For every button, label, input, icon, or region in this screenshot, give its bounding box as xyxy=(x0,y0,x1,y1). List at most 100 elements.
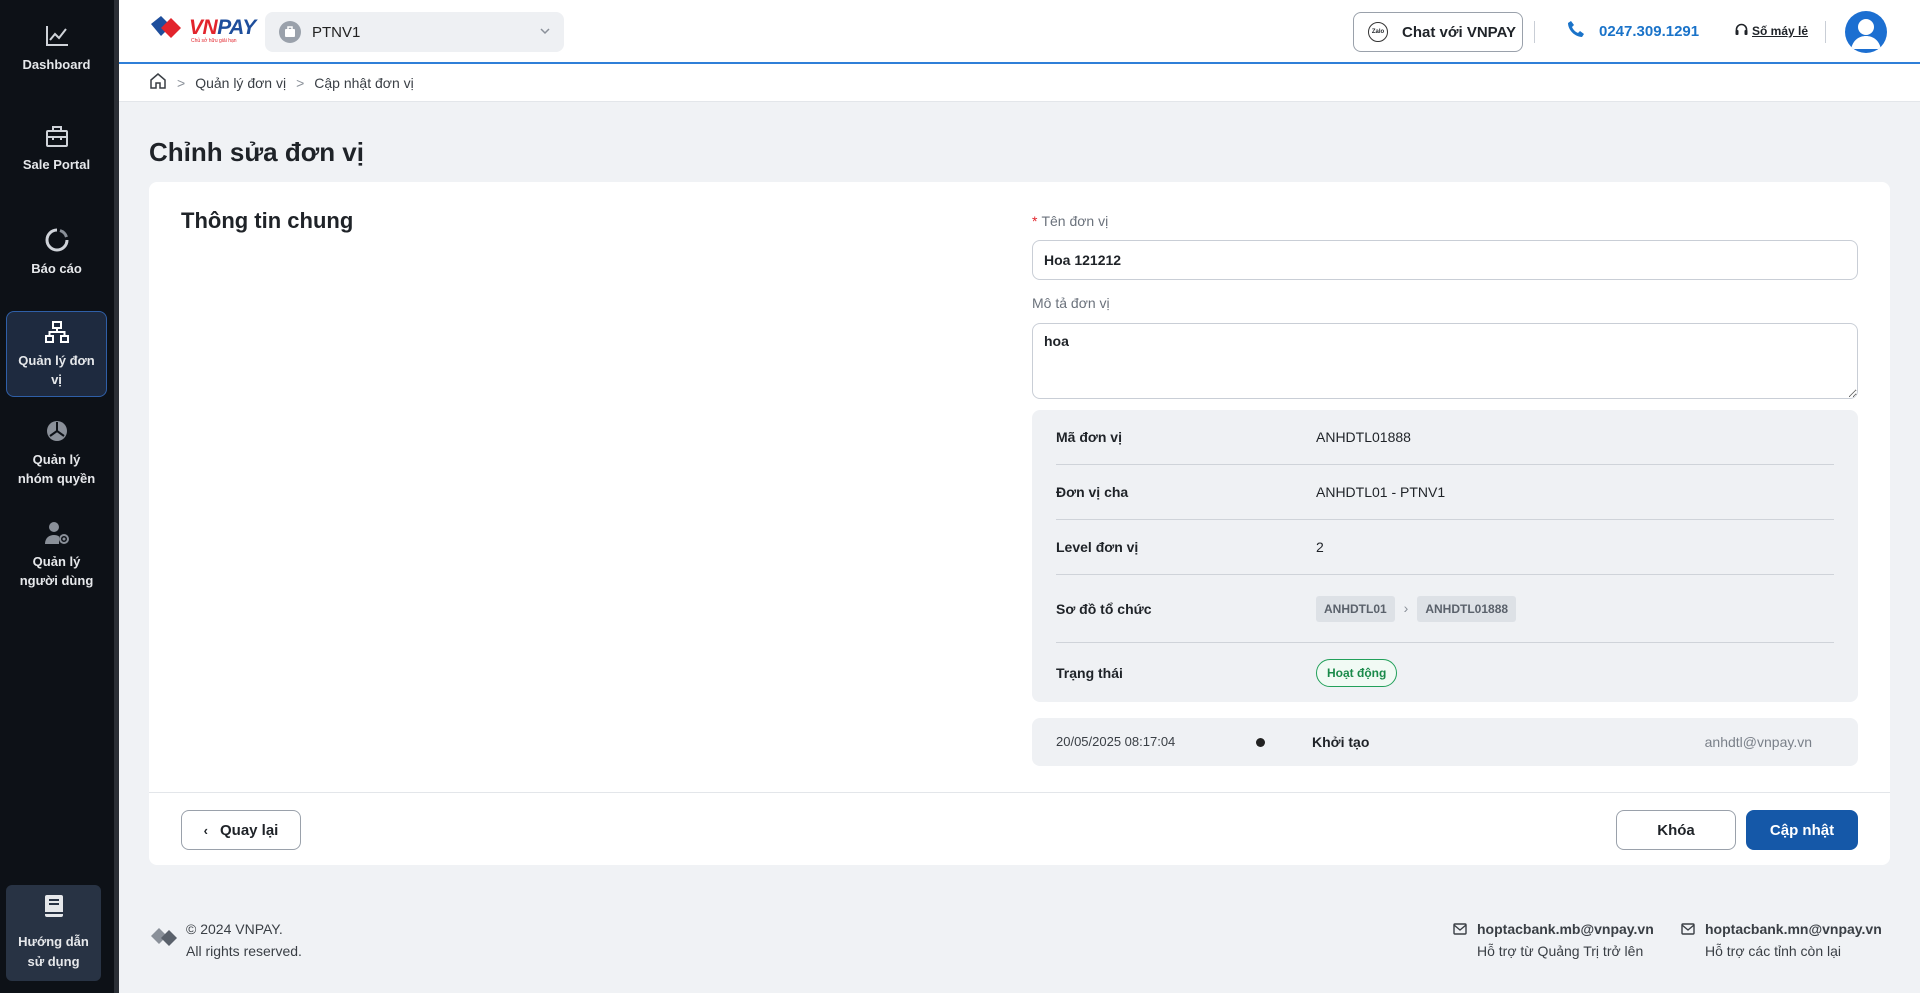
help-guide-button[interactable]: Hướng dẫn sử dụng xyxy=(6,885,101,981)
headset-icon xyxy=(1735,23,1748,39)
timeline-dot-icon xyxy=(1256,738,1265,747)
sidebar-item-label: Quản lý người dùng xyxy=(19,554,94,588)
header-divider xyxy=(1534,21,1535,43)
back-button[interactable]: ‹ Quay lại xyxy=(181,810,301,850)
sidebar-item-label: Quản lý nhóm quyền xyxy=(17,452,96,486)
org-tree-path: ANHDTL01 › ANHDTL01888 xyxy=(1316,595,1517,622)
breadcrumb-item-quan-ly-don-vi[interactable]: Quản lý đơn vị xyxy=(195,75,286,91)
contact-note: Hỗ trợ các tỉnh còn lại xyxy=(1705,943,1842,959)
phone-icon xyxy=(1567,20,1585,42)
info-key: Mã đơn vị xyxy=(1056,429,1122,445)
org-tree-icon xyxy=(44,319,70,345)
contact-email-link[interactable]: hoptacbank.mb@vnpay.vn xyxy=(1453,918,1654,940)
required-mark: * xyxy=(1032,213,1038,229)
home-icon[interactable] xyxy=(149,72,167,93)
info-key: Level đơn vị xyxy=(1056,539,1139,555)
sidebar-item-bao-cao[interactable]: Báo cáo xyxy=(6,222,107,282)
vnpay-logo[interactable]: VNPAY Chủ sở hữu giải hạn xyxy=(149,14,256,44)
info-row-code: Mã đơn vị ANHDTL01888 xyxy=(1056,410,1834,465)
lock-button[interactable]: Khóa xyxy=(1616,810,1736,850)
extension-label: Số máy lẻ xyxy=(1752,24,1809,38)
help-guide-label: Hướng dẫn sử dụng xyxy=(18,934,89,969)
log-timestamp: 20/05/2025 08:17:04 xyxy=(1056,734,1176,749)
sidebar-item-quan-ly-don-vi[interactable]: Quản lý đơn vị xyxy=(6,311,107,397)
breadcrumb-separator: > xyxy=(177,74,186,91)
sidebar: Dashboard Sale Portal Báo cáo Quản lý đơ… xyxy=(0,0,114,993)
sidebar-item-label: Sale Portal xyxy=(22,156,91,172)
parent-unit-value: ANHDTL01 - PTNV1 xyxy=(1316,484,1446,500)
info-row-parent: Đơn vị cha ANHDTL01 - PTNV1 xyxy=(1056,465,1834,520)
info-key: Sơ đồ tổ chức xyxy=(1056,600,1152,617)
footer-contact-mn: hoptacbank.mn@vnpay.vn Hỗ trợ các tỉnh c… xyxy=(1681,918,1882,962)
chat-button-label: Chat với VNPAY xyxy=(1402,23,1517,41)
section-title: Thông tin chung xyxy=(181,208,354,233)
user-avatar[interactable] xyxy=(1845,11,1887,53)
hotline-link[interactable]: 0247.309.1291 xyxy=(1567,20,1699,42)
vnpay-logo-mark xyxy=(151,16,181,38)
sidebar-item-label: Quản lý đơn vị xyxy=(18,353,95,387)
info-row-status: Trạng thái Hoạt động xyxy=(1056,643,1834,702)
contact-email-link[interactable]: hoptacbank.mn@vnpay.vn xyxy=(1681,918,1882,940)
status-badge: Hoạt động xyxy=(1316,658,1398,687)
header-divider xyxy=(1825,21,1826,43)
chevron-left-icon: ‹ xyxy=(203,822,208,838)
sidebar-item-quan-ly-nguoi-dung[interactable]: Quản lý người dùng xyxy=(6,520,107,590)
activity-log: 20/05/2025 08:17:04 Khởi tạo anhdtl@vnpa… xyxy=(1032,718,1858,766)
chevron-right-icon: › xyxy=(1403,599,1409,616)
mail-icon xyxy=(1453,923,1467,935)
contact-note: Hỗ trợ từ Quảng Trị trở lên xyxy=(1477,943,1644,959)
report-icon xyxy=(44,227,70,253)
org-tree-node[interactable]: ANHDTL01888 xyxy=(1417,595,1517,622)
book-icon xyxy=(43,894,65,924)
footer-logo-icon xyxy=(149,924,179,955)
unit-name-label: * Tên đơn vị xyxy=(1032,213,1109,229)
chat-vnpay-button[interactable]: Zalo Chat với VNPAY xyxy=(1353,12,1523,52)
unit-code-value: ANHDTL01888 xyxy=(1316,429,1411,445)
hotline-number: 0247.309.1291 xyxy=(1599,22,1700,40)
breadcrumb: > Quản lý đơn vị > Cập nhật đơn vị xyxy=(119,64,1920,102)
unit-name-input[interactable] xyxy=(1032,240,1858,280)
footer-contact-mb: hoptacbank.mb@vnpay.vn Hỗ trợ từ Quảng T… xyxy=(1453,918,1654,962)
unit-info-panel: Mã đơn vị ANHDTL01888 Đơn vị cha ANHDTL0… xyxy=(1032,410,1858,702)
log-action: Khởi tạo xyxy=(1312,734,1370,750)
sidebar-item-label: Dashboard xyxy=(22,56,91,72)
extension-link[interactable]: Số máy lẻ xyxy=(1735,23,1808,39)
zalo-icon: Zalo xyxy=(1368,22,1388,42)
breadcrumb-separator: > xyxy=(296,74,305,91)
mail-icon xyxy=(1681,923,1695,935)
logo-tagline: Chủ sở hữu giải hạn xyxy=(191,38,237,44)
copyright: © 2024 VNPAY. All rights reserved. xyxy=(186,918,302,962)
user-icon xyxy=(1851,19,1881,49)
breadcrumb-item-cap-nhat: Cập nhật đơn vị xyxy=(314,74,414,91)
org-avatar-icon xyxy=(279,21,301,43)
chart-line-icon xyxy=(44,23,70,49)
sidebar-scrollbar[interactable] xyxy=(114,0,119,993)
store-icon xyxy=(44,123,70,149)
org-select[interactable]: PTNV1 xyxy=(265,12,564,52)
copyright-line: © 2024 VNPAY. xyxy=(186,921,283,937)
user-gear-icon xyxy=(44,520,70,546)
sidebar-item-sale-portal[interactable]: Sale Portal xyxy=(6,118,107,178)
chevron-down-icon xyxy=(538,24,552,42)
info-row-org-tree: Sơ đồ tổ chức ANHDTL01 › ANHDTL01888 xyxy=(1056,575,1834,643)
update-button[interactable]: Cập nhật xyxy=(1746,810,1858,850)
top-header: VNPAY Chủ sở hữu giải hạn PTNV1 Zalo Cha… xyxy=(119,0,1920,64)
edit-unit-card: Thông tin chung *Tên đơn vị Mô tả đơn vị… xyxy=(149,182,1890,865)
org-tree-node[interactable]: ANHDTL01 xyxy=(1316,595,1395,622)
info-key: Đơn vị cha xyxy=(1056,484,1129,500)
card-divider xyxy=(149,792,1890,793)
unit-level-value: 2 xyxy=(1316,539,1324,555)
info-key: Trạng thái xyxy=(1056,664,1123,681)
copyright-line: All rights reserved. xyxy=(186,943,302,959)
unit-description-label: Mô tả đơn vị xyxy=(1032,295,1110,311)
back-button-label: Quay lại xyxy=(219,821,279,839)
sidebar-item-dashboard[interactable]: Dashboard xyxy=(6,18,107,78)
page-title: Chỉnh sửa đơn vị xyxy=(149,137,364,167)
org-select-value: PTNV1 xyxy=(312,23,361,41)
sidebar-item-label: Báo cáo xyxy=(31,260,82,276)
sidebar-item-quan-ly-nhom-quyen[interactable]: Quản lý nhóm quyền xyxy=(6,418,107,488)
info-row-level: Level đơn vị 2 xyxy=(1056,520,1834,575)
group-icon xyxy=(44,418,70,444)
unit-description-input[interactable]: hoa xyxy=(1032,323,1858,399)
log-user: anhdtl@vnpay.vn xyxy=(1704,734,1812,750)
